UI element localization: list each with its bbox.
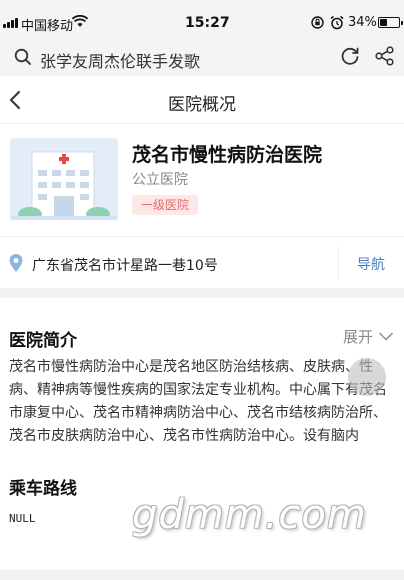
wifi-icon [72,15,88,27]
nav-bar: 医院概况 [0,76,404,124]
intro-title: 医院简介 [9,331,77,351]
route-value: NULL [9,512,36,525]
hospital-header: 茂名市慢性病防治医院 公立医院 一级医院 [0,124,404,236]
bottom-divider [0,570,404,580]
signal-icon [3,18,18,28]
clock: 15:27 [185,15,230,31]
search-bar[interactable]: 张学友周杰伦联手发歌 [0,40,404,76]
search-icon[interactable] [14,48,32,66]
navigate-button[interactable]: 导航 [357,254,385,274]
expand-button[interactable]: 展开 [343,326,393,347]
search-query[interactable]: 张学友周杰伦联手发歌 [40,48,200,72]
battery-icon [378,17,403,28]
hospital-level-badge: 一级医院 [132,195,199,215]
hospital-type: 公立医院 [132,172,188,188]
rotation-lock-icon [311,16,324,29]
floating-touch-handle[interactable] [348,358,386,396]
expand-label[interactable]: 展开 [343,326,373,347]
share-icon[interactable] [374,45,396,67]
address-row[interactable]: 广东省茂名市计星路一巷10号 导航 [0,236,404,288]
hospital-name: 茂名市慢性病防治医院 [132,144,323,166]
location-pin-icon [9,254,23,272]
carrier-label: 中国移动 [21,19,74,34]
hospital-building-image [10,138,118,220]
alarm-icon [330,15,344,30]
chevron-down-icon[interactable] [379,332,393,341]
refresh-icon[interactable] [339,45,361,67]
watermark: gdmm.com [132,492,367,538]
divider [338,247,339,279]
hospital-address: 广东省茂名市计星路一巷10号 [32,258,218,274]
battery-percent: 34% [348,15,377,30]
section-divider [0,288,404,298]
route-title: 乘车路线 [9,479,77,499]
intro-text: 茂名市慢性病防治中心是茂名地区防治结核病、皮肤病、性病、精神病等慢性疾病的国家法… [9,359,387,444]
page-title: 医院概况 [168,95,236,115]
status-bar: 中国移动 15:27 34% [0,0,404,40]
